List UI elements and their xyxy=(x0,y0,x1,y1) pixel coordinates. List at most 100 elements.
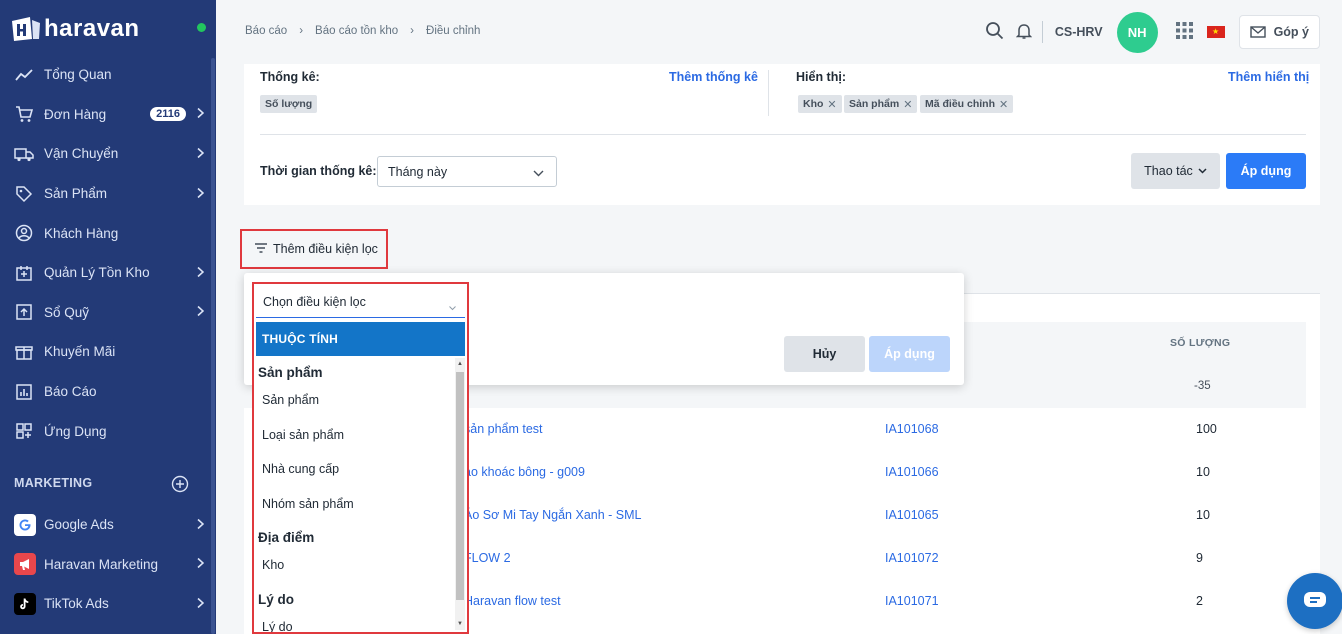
remove-chip-icon[interactable]: ✕ xyxy=(999,98,1008,111)
apply-button[interactable]: Áp dụng xyxy=(1226,153,1306,189)
haravan-logo[interactable]: haravan xyxy=(10,14,140,44)
sidebar-item-quan-ly-ton-kho[interactable]: Quản Lý Tồn Kho xyxy=(0,253,216,293)
sidebar-item-khach-hang[interactable]: Khách Hàng xyxy=(0,213,216,253)
qty-cell: 100 xyxy=(1196,422,1217,436)
avatar[interactable]: NH xyxy=(1116,11,1158,53)
column-header-so-luong[interactable]: SỐ LƯỢNG xyxy=(1170,337,1230,349)
sidebar-item-khuyen-mai[interactable]: Khuyến Mãi xyxy=(0,332,216,372)
chevron-down-icon xyxy=(449,300,456,314)
option-nhom-san-pham[interactable]: Nhóm sản phẩm xyxy=(256,487,465,522)
product-link[interactable]: sản phẩm test xyxy=(464,422,543,436)
scroll-down-icon[interactable]: ▼ xyxy=(456,620,464,628)
chevron-right-icon xyxy=(197,186,205,201)
remove-chip-icon[interactable]: ✕ xyxy=(827,98,836,111)
option-kho[interactable]: Kho xyxy=(256,548,465,583)
search-icon[interactable] xyxy=(985,21,1004,43)
sidebar-item-don-hang[interactable]: Đơn Hàng 2116 xyxy=(0,95,216,135)
sidebar-item-label: Sản Phẩm xyxy=(44,186,108,202)
adjustment-code-link[interactable]: IA101065 xyxy=(885,508,939,522)
brand-name: haravan xyxy=(44,15,140,42)
config-divider xyxy=(768,70,769,116)
breadcrumb: Báo cáo › Báo cáo tồn kho › Điều chỉnh xyxy=(245,25,480,37)
stats-chip-so-luong[interactable]: Số lượng xyxy=(260,95,318,113)
sidebar-item-label: Haravan Marketing xyxy=(44,556,159,572)
vietnam-flag-icon[interactable]: ★ xyxy=(1206,26,1225,38)
chevron-right-icon xyxy=(197,517,205,532)
chat-support-button[interactable] xyxy=(1287,573,1342,629)
header-actions: CS-HRV NH ★ Góp ý xyxy=(985,11,1320,53)
marketing-nav: Google Ads Haravan Marketing TikTok Ads xyxy=(0,505,216,624)
add-channel-icon[interactable] xyxy=(171,475,189,496)
list-heading: THUỘC TÍNH xyxy=(256,322,465,356)
add-display-link[interactable]: Thêm hiển thị xyxy=(1228,70,1309,84)
option-loai-san-pham[interactable]: Loại sản phẩm xyxy=(256,418,465,453)
feedback-button[interactable]: Góp ý xyxy=(1238,15,1320,49)
breadcrumb-bao-cao[interactable]: Báo cáo xyxy=(245,25,287,37)
sidebar-item-haravan-marketing[interactable]: Haravan Marketing xyxy=(0,545,216,585)
sidebar: haravan Tổng Quan Đơn Hàng 2116 Vận Chuy… xyxy=(0,0,216,634)
breadcrumb-bao-cao-ton-kho[interactable]: Báo cáo tồn kho xyxy=(315,25,398,37)
bell-icon[interactable] xyxy=(1015,22,1033,43)
add-stats-link[interactable]: Thêm thống kê xyxy=(669,70,758,84)
sidebar-item-label: Google Ads xyxy=(44,517,114,533)
inventory-icon xyxy=(14,263,34,283)
actions-button[interactable]: Thao tác xyxy=(1131,153,1220,189)
scroll-up-icon[interactable]: ▲ xyxy=(456,360,464,368)
sidebar-scrollbar[interactable] xyxy=(211,58,215,634)
sidebar-item-label: Tổng Quan xyxy=(44,67,112,83)
cancel-button[interactable]: Hủy xyxy=(784,336,865,372)
sidebar-item-bao-cao[interactable]: Báo Cáo xyxy=(0,372,216,412)
filter-icon xyxy=(255,242,267,256)
time-label: Thời gian thống kê: xyxy=(260,164,377,178)
adjustment-code-link[interactable]: IA101071 xyxy=(885,594,939,608)
display-chip-san-pham[interactable]: Sản phẩm ✕ xyxy=(844,95,918,113)
sidebar-item-ung-dung[interactable]: Ứng Dụng xyxy=(0,411,216,451)
sidebar-item-google-ads[interactable]: Google Ads xyxy=(0,505,216,545)
product-link[interactable]: FLOW 2 xyxy=(464,551,511,565)
adjustment-code-link[interactable]: IA101072 xyxy=(885,551,939,565)
store-name[interactable]: CS-HRV xyxy=(1055,25,1103,39)
chevron-right-icon xyxy=(197,596,205,611)
adjustment-code-link[interactable]: IA101068 xyxy=(885,422,939,436)
scroll-thumb[interactable] xyxy=(456,372,464,600)
dropdown-scrollbar[interactable]: ▲ ▼ xyxy=(455,358,465,630)
product-link[interactable]: áo khoác bông - g009 xyxy=(464,465,585,479)
report-icon xyxy=(14,382,34,402)
option-ly-do[interactable]: Lý do xyxy=(256,610,465,632)
option-nha-cung-cap[interactable]: Nhà cung cấp xyxy=(256,452,465,487)
display-label: Hiển thị: xyxy=(796,70,846,84)
time-range-select[interactable]: Tháng này xyxy=(377,156,557,187)
haravan-logo-icon xyxy=(10,15,42,43)
adjustment-code-link[interactable]: IA101066 xyxy=(885,465,939,479)
sidebar-item-label: Vận Chuyển xyxy=(44,146,119,162)
sidebar-item-san-pham[interactable]: Sản Phẩm xyxy=(0,174,216,214)
sidebar-item-label: Quản Lý Tồn Kho xyxy=(44,265,150,281)
megaphone-icon xyxy=(14,553,36,576)
qty-cell: 10 xyxy=(1196,508,1210,522)
apply-filter-button[interactable]: Áp dụng xyxy=(869,336,950,372)
mail-icon xyxy=(1249,26,1266,38)
display-chip-ma-dieu-chinh[interactable]: Mã điều chỉnh ✕ xyxy=(920,95,1014,113)
app-grid-icon[interactable] xyxy=(1175,22,1193,42)
filter-condition-list: THUỘC TÍNH Sản phẩm Sản phẩm Loại sản ph… xyxy=(256,322,465,632)
filter-condition-placeholder: Chọn điều kiện lọc xyxy=(263,294,366,309)
breadcrumb-separator: › xyxy=(299,25,304,37)
config-divider xyxy=(260,134,1306,135)
product-link[interactable]: Áo Sơ Mi Tay Ngắn Xanh - SML xyxy=(464,508,642,522)
filter-condition-select[interactable]: Chọn điều kiện lọc xyxy=(256,286,465,318)
sidebar-item-so-quy[interactable]: Sổ Quỹ xyxy=(0,293,216,333)
sidebar-item-tiktok-ads[interactable]: TikTok Ads xyxy=(0,584,216,624)
sidebar-item-tong-quan[interactable]: Tổng Quan xyxy=(0,55,216,95)
sidebar-item-van-chuyen[interactable]: Vận Chuyển xyxy=(0,134,216,174)
option-san-pham[interactable]: Sản phẩm xyxy=(256,383,465,418)
chevron-right-icon xyxy=(197,265,205,280)
sidebar-item-label: Khuyến Mãi xyxy=(44,344,116,360)
chevron-right-icon xyxy=(197,557,205,572)
display-chip-kho[interactable]: Kho ✕ xyxy=(798,95,842,113)
sidebar-item-label: Đơn Hàng xyxy=(44,106,107,122)
product-link[interactable]: Haravan flow test xyxy=(464,594,561,608)
chevron-down-icon xyxy=(1198,168,1207,174)
add-filter-button[interactable]: Thêm điều kiện lọc xyxy=(240,229,388,269)
chevron-right-icon xyxy=(197,146,205,161)
remove-chip-icon[interactable]: ✕ xyxy=(903,98,912,111)
